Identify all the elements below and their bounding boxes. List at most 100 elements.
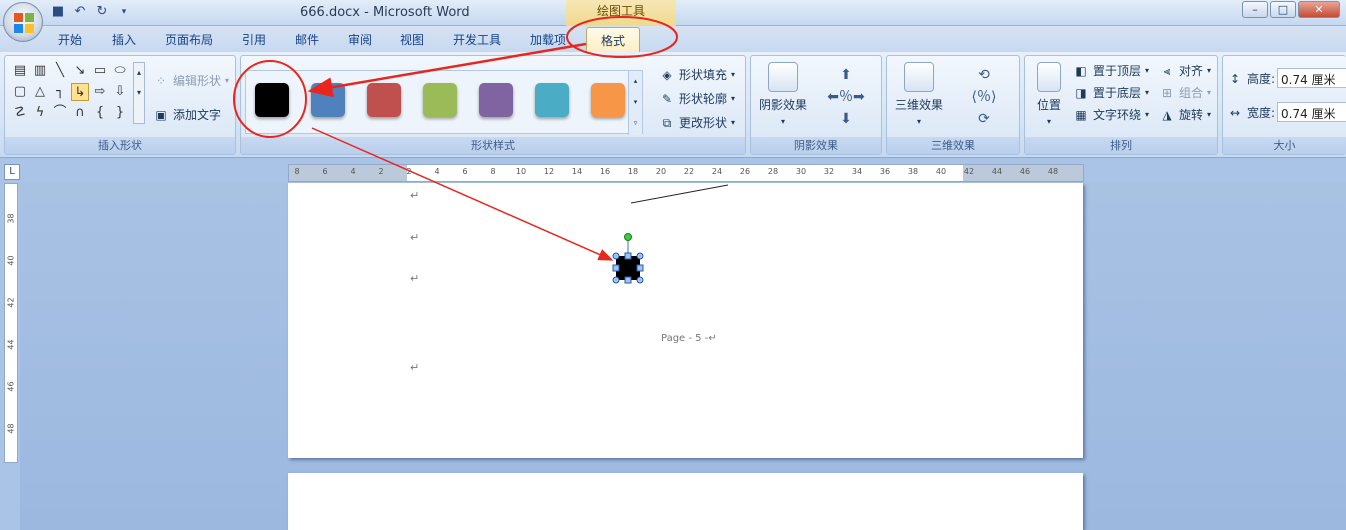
- tab-page-layout[interactable]: 页面布局: [165, 31, 213, 48]
- line-icon[interactable]: ╲: [51, 62, 69, 80]
- tilt-down-icon[interactable]: ⟳: [978, 111, 990, 127]
- bring-front-label: 置于顶层: [1093, 64, 1142, 78]
- shape-outline-button[interactable]: ✎ 形状轮廓 ▾: [659, 90, 735, 107]
- style-swatch-aqua[interactable]: [535, 83, 569, 117]
- change-shape-button[interactable]: ⧉ 更改形状 ▾: [659, 114, 735, 131]
- style-swatch-green[interactable]: [423, 83, 457, 117]
- save-icon[interactable]: ■: [50, 4, 66, 20]
- tilt-right-icon[interactable]: ⟩: [991, 89, 996, 105]
- document-page[interactable]: ↵ ↵ ↵ ↵ Page - 5 -↵: [288, 183, 1083, 458]
- freeform-icon[interactable]: ☡: [11, 104, 29, 122]
- rectangle-icon[interactable]: ▭: [91, 62, 109, 80]
- shadow-toggle-icon[interactable]: ％: [839, 89, 853, 105]
- change-shape-label: 更改形状: [679, 116, 728, 130]
- left-brace-icon[interactable]: {: [91, 104, 109, 122]
- arc-icon[interactable]: ⌒: [51, 104, 69, 122]
- shapes-gallery: ▤ ▥ ╲ ↘ ▭ ⬭ ▢ △ ┐ ↳ ⇨ ⇩ ☡ ϟ ⌒ ∩ { }: [11, 62, 131, 122]
- line-shape[interactable]: [630, 184, 729, 204]
- rotation-handle[interactable]: [624, 233, 632, 241]
- tab-mailings[interactable]: 邮件: [295, 31, 319, 48]
- ruler-tick-label: 36: [879, 167, 891, 176]
- rotate-button[interactable]: ◮ 旋转 ▾: [1159, 106, 1211, 123]
- nudge-up-icon[interactable]: ⬆: [840, 67, 852, 83]
- bring-to-front-button[interactable]: ◧ 置于顶层 ▾: [1073, 62, 1149, 79]
- ruler-tick-label: 6: [462, 167, 468, 176]
- tab-selector-button[interactable]: L: [4, 164, 20, 180]
- text-wrap-button[interactable]: ▦ 文字环绕 ▾: [1073, 106, 1149, 123]
- right-brace-icon[interactable]: }: [111, 104, 129, 122]
- align-label: 对齐: [1179, 64, 1204, 78]
- height-icon: ↕: [1229, 71, 1241, 86]
- add-text-button[interactable]: ▣ 添加文字: [153, 106, 221, 123]
- next-document-page[interactable]: [288, 473, 1083, 530]
- redo-icon[interactable]: ↻: [94, 4, 110, 20]
- resize-handle[interactable]: [624, 252, 632, 260]
- resize-handle[interactable]: [636, 252, 644, 260]
- vertical-textbox-icon[interactable]: ▥: [31, 62, 49, 80]
- 3d-toggle-icon[interactable]: ％: [977, 89, 991, 105]
- curve-icon[interactable]: ∩: [71, 104, 89, 122]
- shadow-effects-button[interactable]: 阴影效果 ▾: [755, 62, 811, 127]
- group-label-size: 大小: [1223, 137, 1346, 154]
- send-to-back-button[interactable]: ◨ 置于底层 ▾: [1073, 84, 1149, 101]
- customize-dropdown-icon[interactable]: ▾: [116, 4, 132, 20]
- down-arrow-icon[interactable]: ⇩: [111, 83, 129, 101]
- undo-icon[interactable]: ↶: [72, 4, 88, 20]
- style-swatch-red[interactable]: [367, 83, 401, 117]
- position-button[interactable]: 位置 ▾: [1029, 62, 1069, 127]
- style-gallery-scroll[interactable]: ▴ ▾ ▿: [628, 71, 642, 135]
- tab-format[interactable]: 格式: [586, 27, 641, 53]
- align-button[interactable]: ⫷ 对齐 ▾: [1159, 62, 1211, 79]
- shape-fill-button[interactable]: ◈ 形状填充 ▾: [659, 66, 735, 83]
- height-field[interactable]: 0.74 厘米: [1277, 68, 1346, 88]
- nudge-right-icon[interactable]: ➡: [853, 89, 865, 105]
- 3d-effects-button[interactable]: 三维效果 ▾: [891, 62, 947, 127]
- ruler-tick-label: 2: [378, 167, 384, 176]
- resize-handle[interactable]: [612, 276, 620, 284]
- arrow-line-icon[interactable]: ↘: [71, 62, 89, 80]
- style-swatch-blue[interactable]: [311, 83, 345, 117]
- tab-insert[interactable]: 插入: [112, 31, 136, 48]
- style-swatch-black[interactable]: [255, 83, 289, 117]
- elbow-arrow-icon[interactable]: ↳: [71, 83, 89, 101]
- align-icon: ⫷: [1163, 63, 1171, 78]
- group-label-3d-effects: 三维效果: [887, 137, 1019, 154]
- right-arrow-icon[interactable]: ⇨: [91, 83, 109, 101]
- ruler-tick-label: 44: [6, 339, 16, 350]
- close-button[interactable]: ✕: [1298, 1, 1340, 18]
- tab-addins[interactable]: 加载项: [530, 31, 566, 48]
- resize-handle[interactable]: [636, 264, 644, 272]
- resize-handle[interactable]: [612, 264, 620, 272]
- tab-references[interactable]: 引用: [242, 31, 266, 48]
- resize-handle[interactable]: [612, 252, 620, 260]
- group-label-shadow-effects: 阴影效果: [751, 137, 881, 154]
- textbox-icon[interactable]: ▤: [11, 62, 29, 80]
- style-swatch-purple[interactable]: [479, 83, 513, 117]
- minimize-button[interactable]: –: [1242, 1, 1268, 18]
- elbow-connector-icon[interactable]: ┐: [51, 83, 69, 101]
- office-button[interactable]: [3, 2, 43, 42]
- tab-home[interactable]: 开始: [58, 31, 82, 48]
- rounded-rect-icon[interactable]: ▢: [11, 83, 29, 101]
- shapes-gallery-scroll[interactable]: ▴ ▾: [133, 62, 145, 124]
- resize-handle[interactable]: [636, 276, 644, 284]
- maximize-button[interactable]: □: [1270, 1, 1296, 18]
- nudge-down-icon[interactable]: ⬇: [840, 111, 852, 127]
- lightning-icon[interactable]: ϟ: [31, 104, 49, 122]
- tilt-up-icon[interactable]: ⟲: [978, 67, 990, 83]
- vertical-ruler[interactable]: 38 40 42 44 46 48: [4, 183, 18, 463]
- tab-developer[interactable]: 开发工具: [453, 31, 501, 48]
- horizontal-ruler[interactable]: 8 6 4 2 2 4 6 8 10 12 14 16 18 20 22 24 26 28 30 32 34 36 38 40…: [288, 164, 1084, 182]
- width-field[interactable]: 0.74 厘米: [1277, 102, 1346, 122]
- triangle-icon[interactable]: △: [31, 83, 49, 101]
- oval-icon[interactable]: ⬭: [111, 62, 129, 80]
- shadow-nudge-controls: ⬆ ⬅％➡ ⬇: [821, 64, 871, 130]
- nudge-left-icon[interactable]: ⬅: [827, 89, 839, 105]
- style-swatch-orange[interactable]: [591, 83, 625, 117]
- add-text-icon: ▣: [155, 107, 167, 122]
- tab-view[interactable]: 视图: [400, 31, 424, 48]
- tab-review[interactable]: 审阅: [348, 31, 372, 48]
- selected-square-shape[interactable]: [616, 256, 640, 280]
- rotate-label: 旋转: [1179, 108, 1204, 122]
- resize-handle[interactable]: [624, 276, 632, 284]
